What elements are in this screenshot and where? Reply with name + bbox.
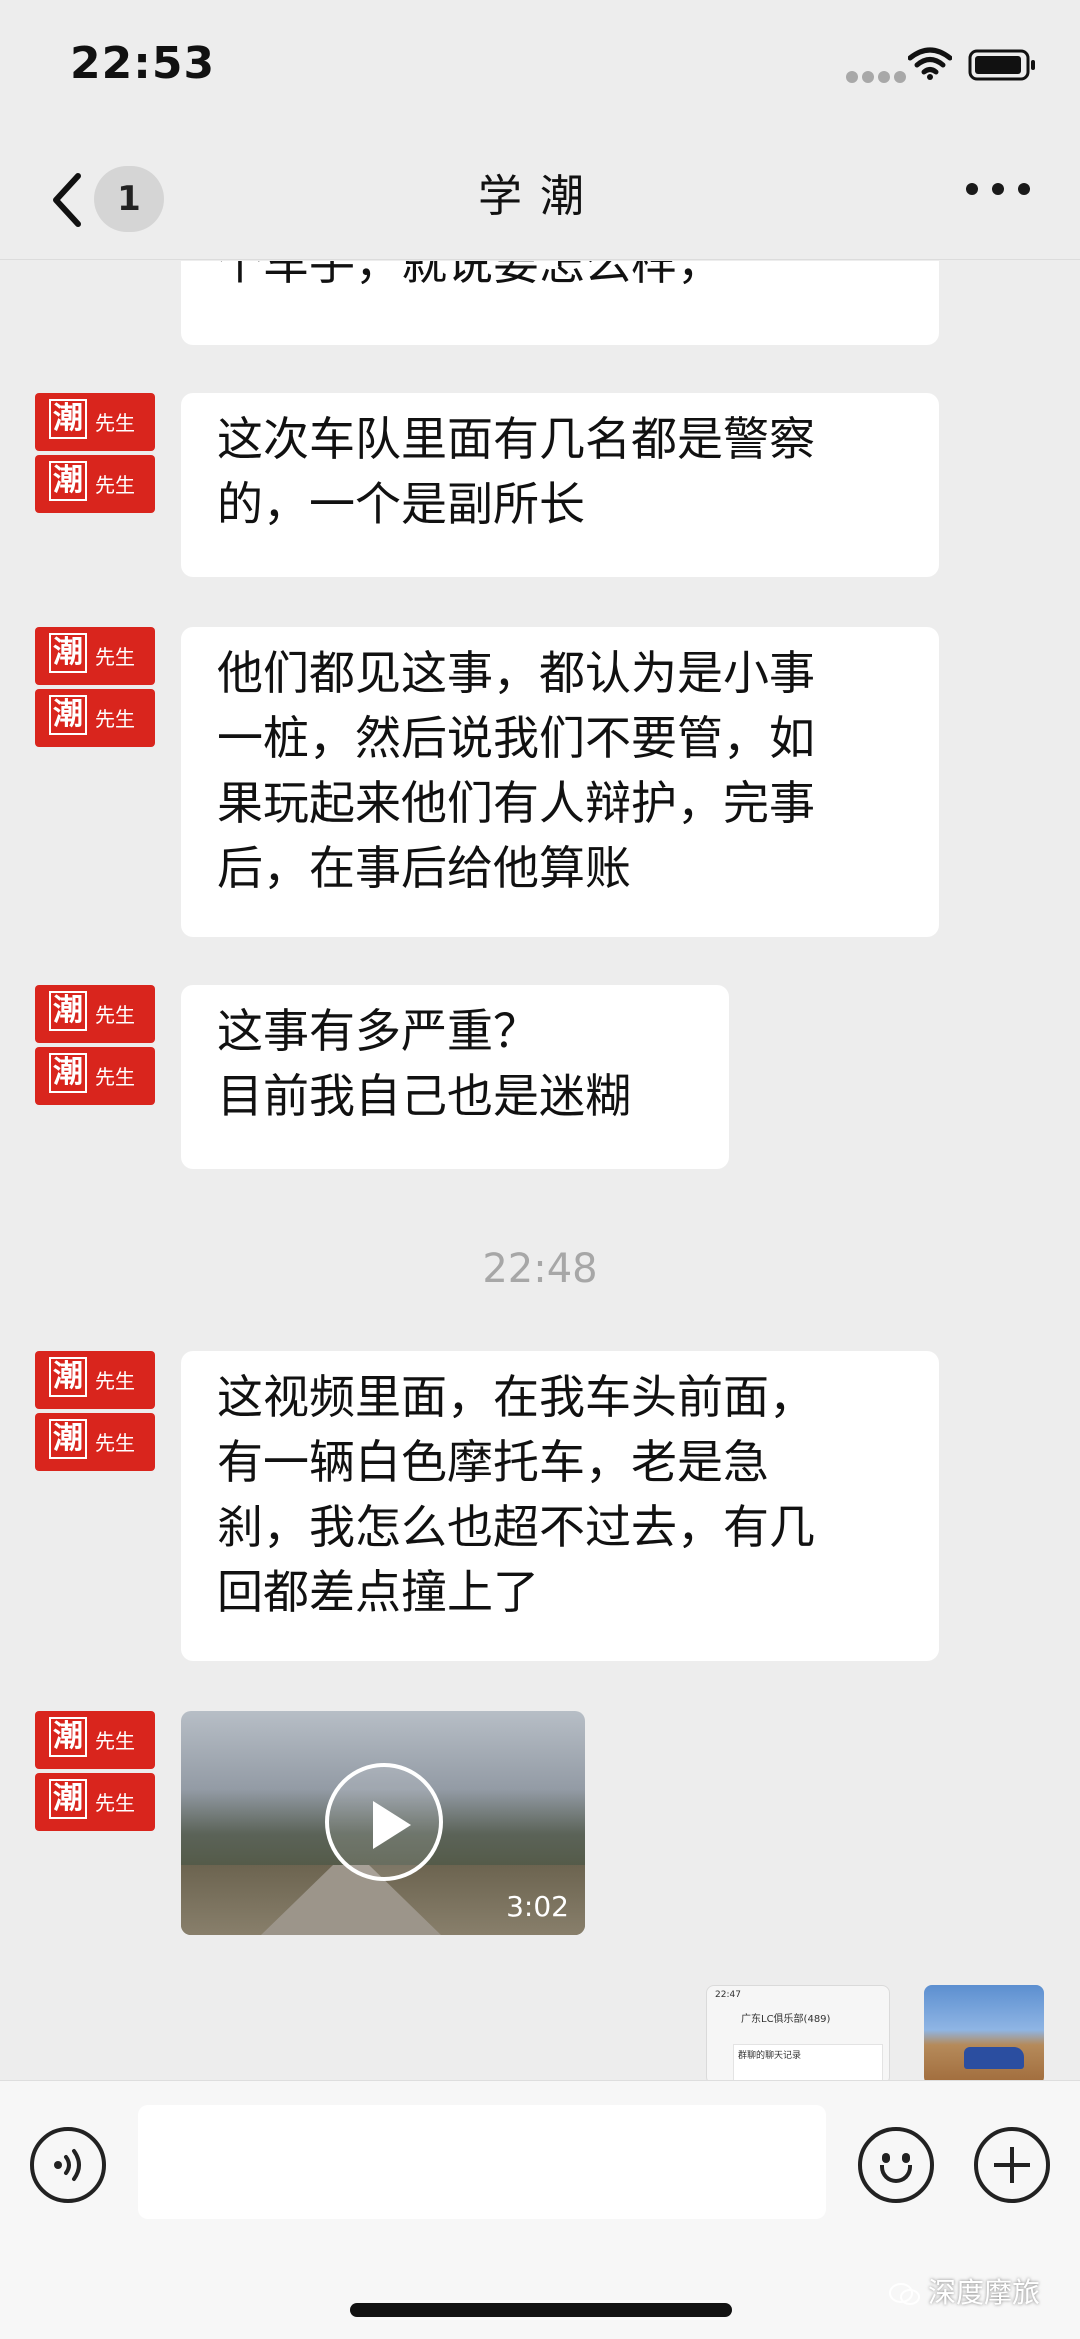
voice-icon (54, 2149, 81, 2181)
battery-icon (968, 49, 1035, 81)
message-text: 后，在事后给他算账 (217, 841, 631, 895)
message-text: 目前我自己也是迷糊 (217, 1069, 631, 1123)
message-text: 个车手，就说要怎么样， (217, 261, 723, 290)
emoji-icon-eye (902, 2153, 910, 2163)
avatar[interactable]: 潮先生 潮先生 (35, 985, 155, 1105)
watermark: 深度摩旅 (888, 2271, 1040, 2311)
video-duration: 3:02 (506, 1890, 569, 1923)
voice-input-button[interactable] (30, 2127, 106, 2203)
thumb-title: 广东LC俱乐部(489) (741, 2014, 831, 2025)
status-time: 22:53 (70, 38, 216, 89)
video-message[interactable]: 3:02 (181, 1711, 585, 1935)
timestamp-divider: 22:48 (482, 1246, 598, 1292)
status-bar: 22:53 (0, 0, 1080, 120)
message-text: 果玩起来他们有人辩护，完事 (217, 776, 815, 830)
avatar[interactable]: 潮先生 潮先生 (35, 393, 155, 513)
wifi-icon (908, 47, 952, 80)
message-text: 这事有多严重？ (217, 1004, 539, 1058)
avatar[interactable]: 潮先生 潮先生 (35, 1711, 155, 1831)
message-text: 他们都见这事，都认为是小事 (217, 646, 815, 700)
chat-title: 学潮 (478, 171, 602, 222)
message-text: 刹，我怎么也超不过去，有几 (217, 1500, 815, 1554)
message-bubble[interactable]: 这视频里面，在我车头前面， 有一辆白色摩托车，老是急 刹，我怎么也超不过去，有几… (181, 1351, 939, 1661)
car-image (964, 2047, 1024, 2069)
image-message[interactable] (924, 1985, 1044, 2081)
message-bubble[interactable]: 这事有多严重？ 目前我自己也是迷糊 (181, 985, 729, 1169)
message-text: 的，一个是副所长 (217, 477, 585, 531)
image-message[interactable]: 22:47 广东LC俱乐部(489) 群聊的聊天记录 (706, 1985, 890, 2081)
message-text: 有一辆白色摩托车，老是急 (217, 1435, 769, 1489)
message-text: 这视频里面，在我车头前面， (217, 1370, 815, 1424)
more-options-button[interactable] (966, 174, 1030, 204)
thumb-time: 22:47 (715, 1990, 741, 2000)
avatar[interactable]: 潮先生 潮先生 (35, 1351, 155, 1471)
message-text: 一桩，然后说我们不要管，如 (217, 711, 815, 765)
message-input[interactable] (138, 2105, 826, 2219)
chat-header: 1 学潮 (0, 150, 1080, 260)
message-text: 这次车队里面有几名都是警察 (217, 412, 815, 466)
plus-icon[interactable] (974, 2127, 1050, 2203)
cellular-signal-icon (846, 68, 912, 83)
emoji-icon (882, 2153, 890, 2163)
message-text: 回都差点撞上了 (217, 1565, 539, 1619)
emoji-button[interactable] (858, 2127, 934, 2203)
watermark-text: 深度摩旅 (928, 2276, 1041, 2309)
thumb-card-title: 群聊的聊天记录 (738, 2051, 802, 2061)
avatar[interactable]: 潮先生 潮先生 (35, 627, 155, 747)
emoji-icon-mouth (880, 2165, 912, 2183)
play-icon[interactable] (325, 1763, 443, 1881)
message-list[interactable]: 个车手，就说要怎么样， 潮先生 潮先生 这次车队里面有几名都是警察 的，一个是副… (0, 261, 1080, 2081)
message-bubble[interactable]: 他们都见这事，都认为是小事 一桩，然后说我们不要管，如 果玩起来他们有人辩护，完… (181, 627, 939, 937)
message-bubble[interactable]: 这次车队里面有几名都是警察 的，一个是副所长 (181, 393, 939, 577)
thumb-card: 群聊的聊天记录 (733, 2044, 883, 2081)
home-indicator[interactable] (350, 2303, 732, 2317)
message-bubble[interactable]: 个车手，就说要怎么样， (181, 261, 939, 345)
wechat-icon (889, 2283, 920, 2305)
